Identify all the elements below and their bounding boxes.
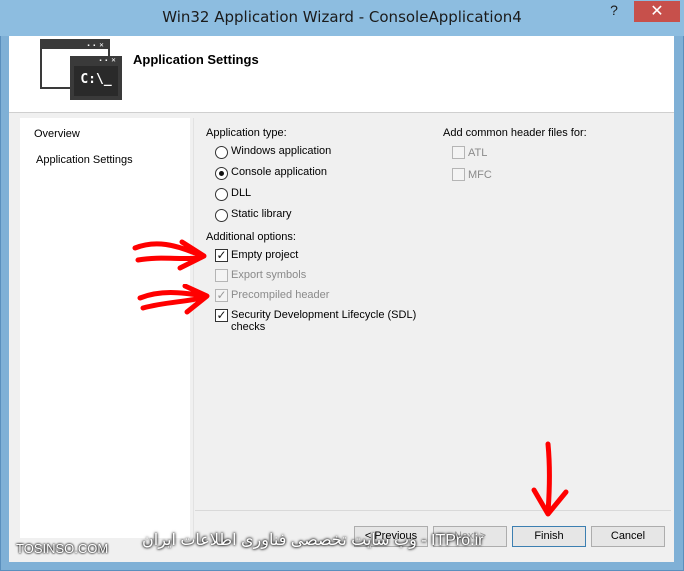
radio-dll-label[interactable]: DLL — [231, 187, 251, 199]
checkbox-export-symbols-label: Export symbols — [231, 269, 307, 281]
checkbox-sdl-checks[interactable]: ✓ — [215, 309, 228, 322]
radio-console-application[interactable] — [215, 167, 228, 180]
divider — [193, 118, 194, 538]
checkbox-precompiled-header-label: Precompiled header — [231, 289, 330, 301]
console-icon-text: C:\_ — [74, 66, 118, 96]
common-headers-label: Add common header files for: — [443, 127, 587, 139]
watermark-left: TOSINSO.COM — [16, 541, 109, 556]
application-type-label: Application type: — [206, 127, 287, 139]
checkbox-export-symbols — [215, 269, 228, 282]
checkbox-empty-project-label[interactable]: Empty project — [231, 249, 298, 261]
cancel-button[interactable]: Cancel — [591, 526, 665, 547]
console-icon: ▪ ▪ ✕ C:\_ — [70, 56, 122, 100]
nav-pane: Overview Application Settings — [20, 118, 190, 538]
watermark-right: ITPro.ir - وب سایت تخصصی فناوری اطلاعات … — [142, 532, 484, 549]
close-button[interactable]: ✕ — [634, 1, 680, 22]
radio-windows-application[interactable] — [215, 146, 228, 159]
additional-options-label: Additional options: — [206, 231, 296, 243]
checkbox-mfc — [452, 168, 465, 181]
checkbox-sdl-checks-label[interactable]: Security Development Lifecycle (SDL) — [231, 309, 416, 321]
radio-static-library-label[interactable]: Static library — [231, 208, 292, 220]
radio-console-application-label[interactable]: Console application — [231, 166, 327, 178]
checkbox-sdl-checks-label-2[interactable]: checks — [231, 321, 265, 333]
page-title: Application Settings — [133, 52, 259, 67]
window-title: Win32 Application Wizard - ConsoleApplic… — [162, 8, 522, 26]
checkbox-precompiled-header: ✓ — [215, 288, 228, 302]
annotation-arrow-icon — [137, 284, 210, 315]
finish-button[interactable]: Finish — [512, 526, 586, 547]
checkbox-atl-label: ATL — [468, 147, 488, 159]
annotation-arrow-icon — [531, 441, 569, 517]
checkbox-empty-project[interactable]: ✓ — [215, 249, 228, 262]
checkbox-atl — [452, 146, 465, 159]
radio-dll[interactable] — [215, 188, 228, 201]
help-button[interactable]: ? — [602, 2, 626, 22]
nav-item-overview[interactable]: Overview — [34, 128, 80, 140]
annotation-arrow-icon — [132, 239, 207, 271]
radio-windows-application-label[interactable]: Windows application — [231, 145, 331, 157]
checkbox-mfc-label: MFC — [468, 169, 492, 181]
nav-item-application-settings[interactable]: Application Settings — [36, 154, 133, 166]
bottom-divider — [195, 510, 671, 511]
radio-static-library[interactable] — [215, 209, 228, 222]
